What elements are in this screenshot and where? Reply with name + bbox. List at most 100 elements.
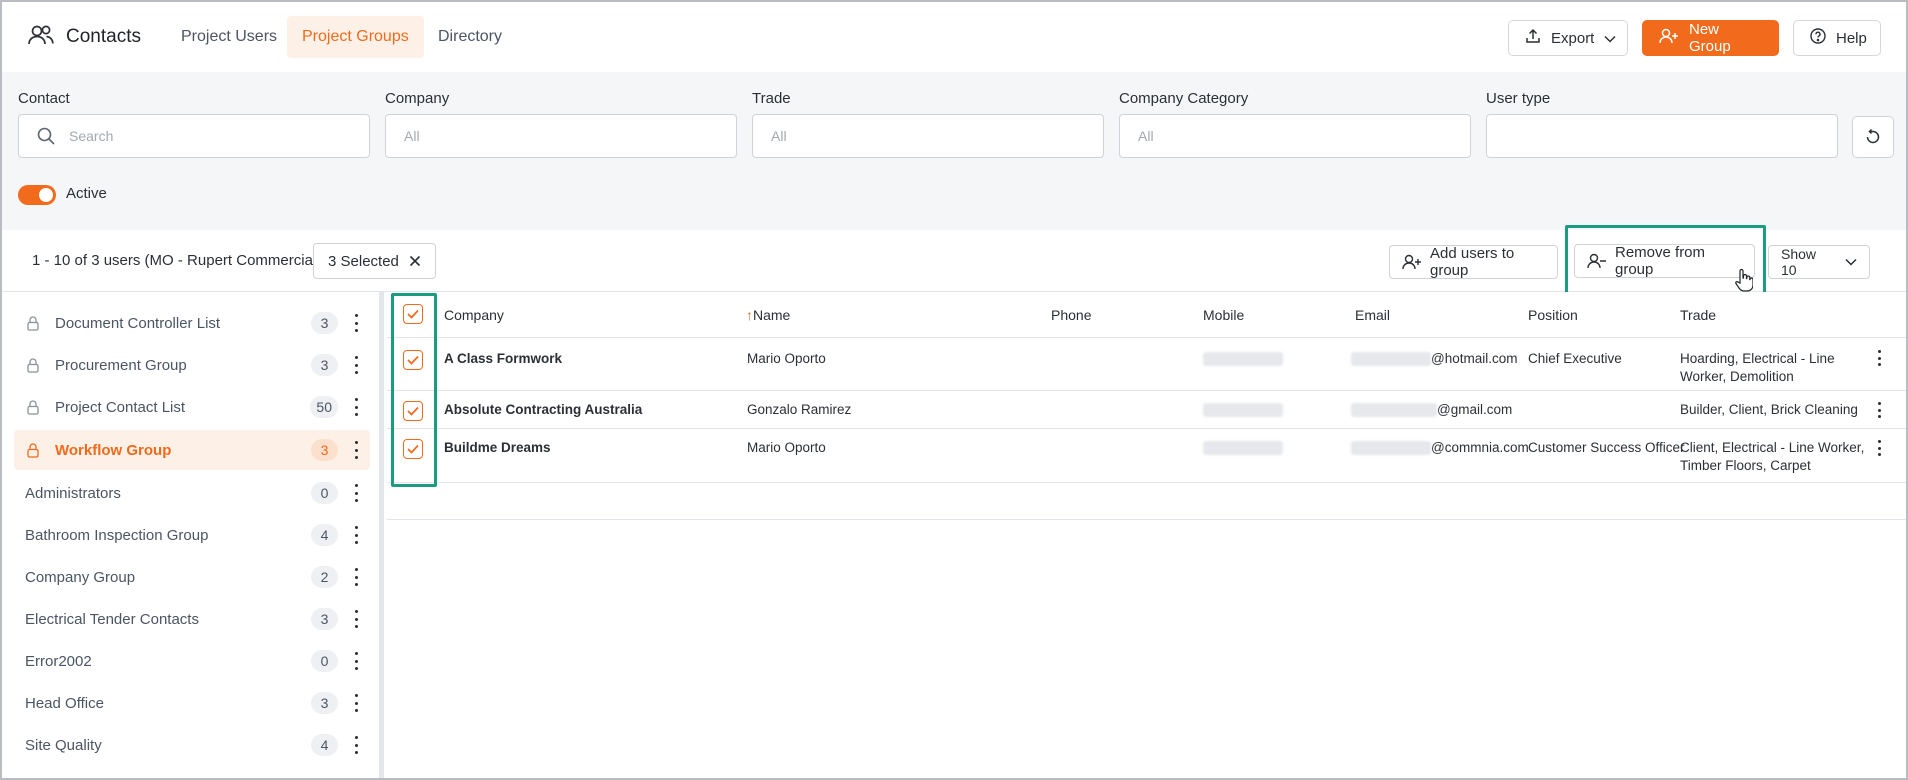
cell-trade: Hoarding, Electrical - Line Worker, Demo… [1680,350,1850,386]
check-icon [407,309,419,319]
company-category-filter-select[interactable]: All [1119,114,1471,158]
table-header: Company ↑Name Phone Mobile Email Positio… [387,292,1906,338]
more-options-icon[interactable] [346,736,366,754]
sidebar-item-procurement-group[interactable]: Procurement Group 3 [14,346,370,384]
chevron-down-icon [1604,30,1616,47]
group-count-badge: 4 [311,524,338,546]
more-options-icon[interactable] [346,694,366,712]
lock-icon [27,315,41,331]
group-count-badge: 3 [311,692,338,714]
group-count-badge: 3 [311,608,338,630]
user-type-filter-label: User type [1486,90,1551,107]
group-count-badge: 3 [311,312,338,334]
selected-count-label: 3 Selected [328,252,399,270]
cell-email: @commnia.com [1351,439,1529,457]
more-options-icon[interactable] [346,314,366,332]
reset-filters-button[interactable] [1852,116,1894,158]
refresh-icon [1864,128,1882,146]
more-options-icon[interactable] [346,610,366,628]
column-header-name[interactable]: ↑Name [746,307,790,323]
email-domain: @gmail.com [1437,402,1513,417]
hand-cursor-icon [1735,268,1754,295]
company-category-filter-placeholder: All [1138,128,1154,144]
sidebar-item-bathroom-inspection-group[interactable]: Bathroom Inspection Group 4 [14,516,370,554]
column-header-phone[interactable]: Phone [1051,307,1091,323]
row-more-options-icon[interactable] [1870,350,1888,366]
row-more-options-icon[interactable] [1870,440,1888,456]
cell-trade: Builder, Client, Brick Cleaning [1680,401,1880,419]
group-count-badge: 3 [311,354,338,376]
cell-trade: Client, Electrical - Line Worker, Timber… [1680,439,1870,475]
tab-project-groups[interactable]: Project Groups [287,16,424,58]
cell-name: Gonzalo Ramirez [747,402,852,417]
lock-icon [27,442,41,458]
contact-search-input[interactable]: Search [18,114,370,158]
cell-mobile-redacted [1203,401,1283,419]
sidebar-item-error2002[interactable]: Error2002 0 [14,642,370,680]
sidebar-item-document-controller-list[interactable]: Document Controller List 3 [14,304,370,342]
export-button[interactable]: Export [1508,20,1628,56]
add-users-label: Add users to group [1430,245,1515,279]
group-count-badge: 4 [311,734,338,756]
sidebar-item-site-quality[interactable]: Site Quality 4 [14,726,370,764]
active-toggle[interactable] [18,185,56,205]
user-type-filter-select[interactable] [1486,114,1838,158]
sidebar-item-electrical-tender-contacts[interactable]: Electrical Tender Contacts 3 [14,600,370,638]
column-header-company[interactable]: Company [444,307,504,323]
help-button[interactable]: Help [1793,20,1881,56]
group-count-badge: 3 [311,439,338,461]
sidebar-item-workflow-group[interactable]: Workflow Group 3 [14,430,370,470]
table-row[interactable]: Buildme Dreams Mario Oporto @commnia.com… [387,429,1906,483]
row-checkbox[interactable] [403,350,423,370]
more-options-icon[interactable] [346,441,366,459]
table-row[interactable]: A Class Formwork Mario Oporto @hotmail.c… [387,338,1906,391]
column-header-name-label: Name [753,307,791,323]
select-all-checkbox[interactable] [403,304,423,324]
row-checkbox[interactable] [403,439,423,459]
selected-chip[interactable]: 3 Selected [313,243,436,279]
trade-filter-select[interactable]: All [752,114,1104,158]
column-header-mobile[interactable]: Mobile [1203,307,1244,323]
cell-trade-line: Hoarding, Electrical - Line [1680,351,1835,366]
cell-company: Buildme Dreams [444,440,551,455]
column-header-position[interactable]: Position [1528,307,1578,323]
add-users-to-group-button[interactable]: Add users to group [1389,245,1558,279]
email-domain: @hotmail.com [1431,351,1518,366]
tab-directory[interactable]: Directory [423,16,517,58]
table-row[interactable]: Absolute Contracting Australia Gonzalo R… [387,391,1906,429]
table-footer-divider [387,519,1906,520]
group-sidebar: Document Controller List 3 Procurement G… [2,292,384,778]
email-domain: @commnia.com [1431,440,1529,455]
upload-icon [1525,28,1541,48]
group-count-badge: 2 [311,566,338,588]
cell-mobile-redacted [1203,350,1283,368]
column-header-email[interactable]: Email [1355,307,1390,323]
cell-trade-line: Worker, Demolition [1680,369,1794,384]
close-icon[interactable] [409,255,421,267]
tab-project-users[interactable]: Project Users [166,16,292,58]
cell-company: Absolute Contracting Australia [444,402,643,417]
remove-from-group-button[interactable]: Remove from group [1574,244,1755,278]
app-header: Contacts Project Users Project Groups Di… [2,2,1906,72]
more-options-icon[interactable] [346,568,366,586]
more-options-icon[interactable] [346,652,366,670]
company-filter-select[interactable]: All [385,114,737,158]
more-options-icon[interactable] [346,484,366,502]
new-group-button[interactable]: New Group [1642,20,1779,56]
row-more-options-icon[interactable] [1870,402,1888,418]
sidebar-item-head-office[interactable]: Head Office 3 [14,684,370,722]
sidebar-item-company-group[interactable]: Company Group 2 [14,558,370,596]
more-options-icon[interactable] [346,526,366,544]
column-header-trade[interactable]: Trade [1680,307,1716,323]
sidebar-item-project-contact-list[interactable]: Project Contact List 50 [14,388,370,426]
more-options-icon[interactable] [346,398,366,416]
lock-icon [27,357,41,373]
export-label: Export [1551,29,1595,47]
row-checkbox[interactable] [403,401,423,421]
active-toggle-label: Active [66,185,107,202]
sidebar-item-administrators[interactable]: Administrators 0 [14,474,370,512]
chevron-down-icon [1845,258,1857,266]
more-options-icon[interactable] [346,356,366,374]
check-icon [407,406,419,416]
page-size-select[interactable]: Show 10 [1768,245,1870,279]
